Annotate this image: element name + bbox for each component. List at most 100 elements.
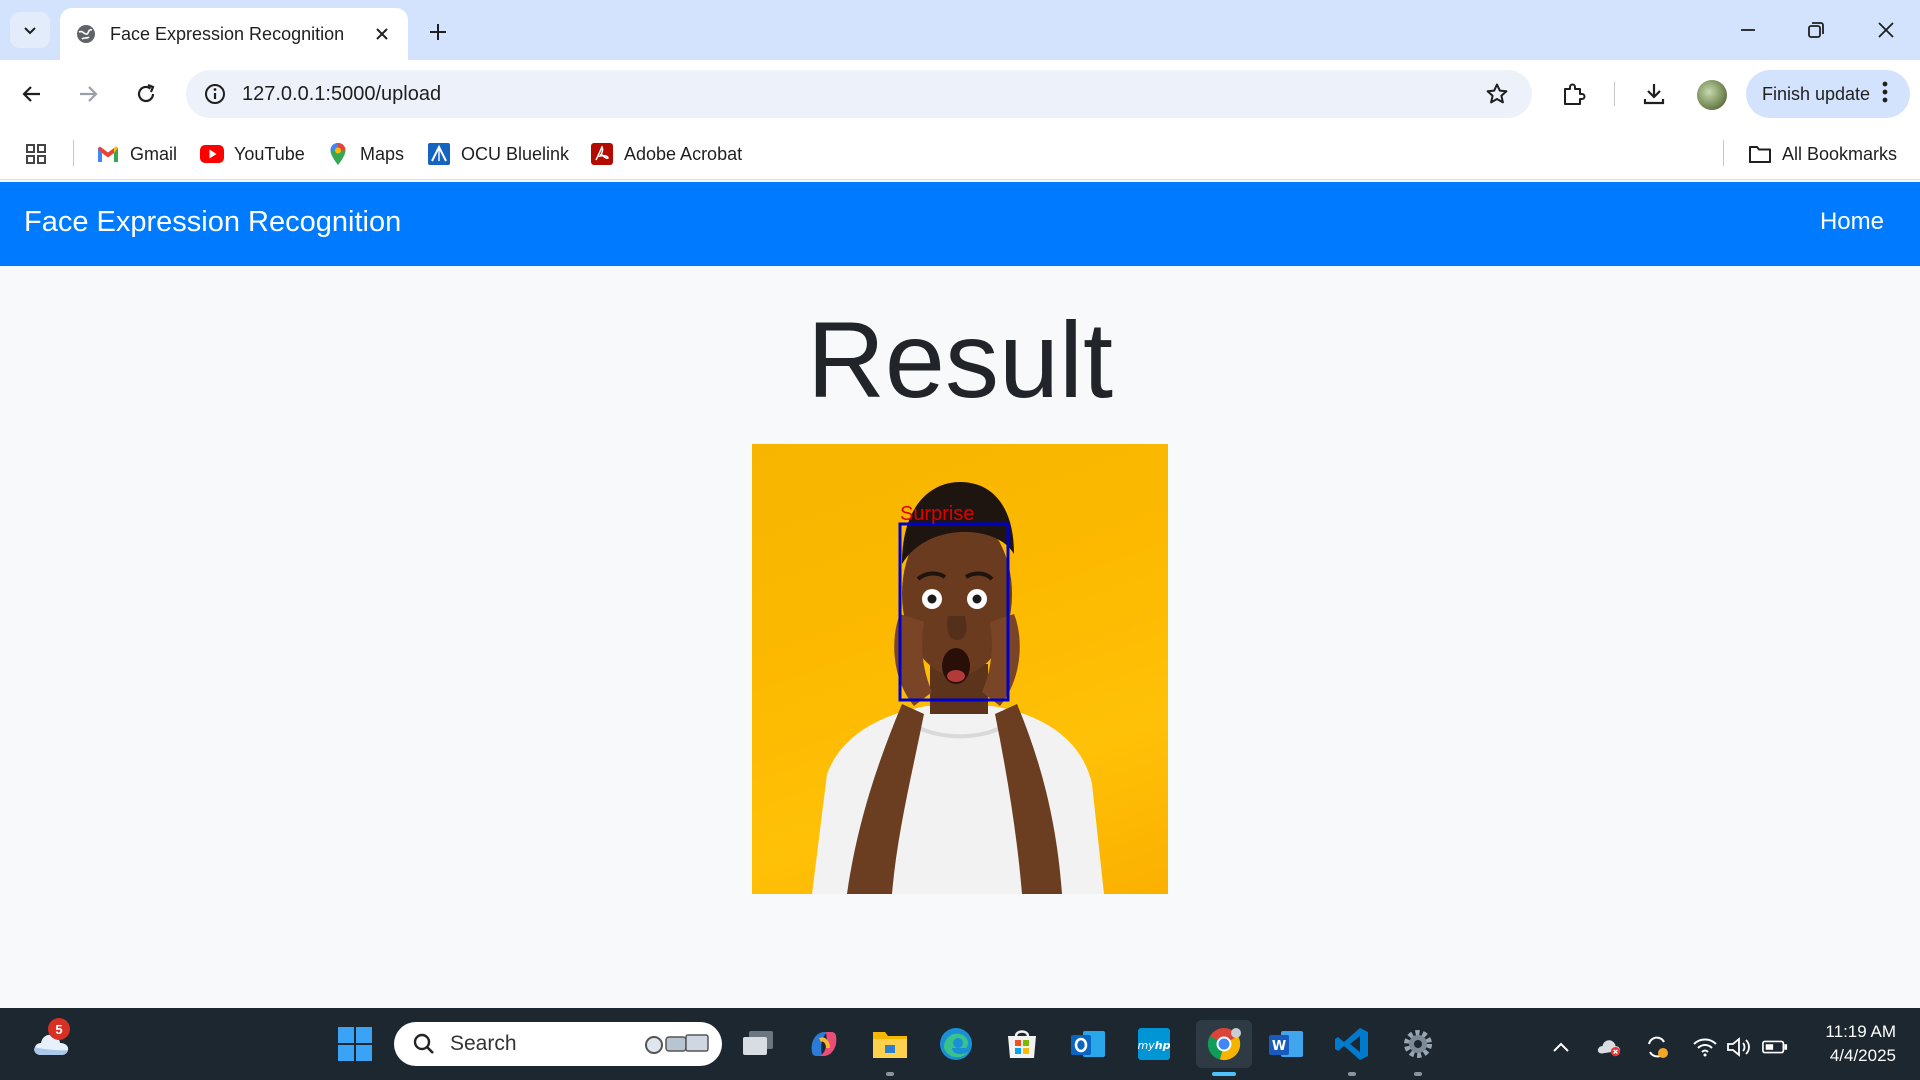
settings-button[interactable] [1396,1022,1440,1066]
wifi-status[interactable] [1692,1034,1718,1060]
copilot-icon [811,1032,837,1056]
battery-status[interactable] [1762,1034,1788,1060]
file-explorer-button[interactable] [868,1022,912,1066]
vscode-button[interactable] [1330,1022,1374,1066]
vscode-icon [1335,1028,1368,1060]
apps-button[interactable] [24,138,58,170]
minimize-icon [1741,29,1755,31]
copilot-button[interactable] [802,1022,846,1066]
bookmark-gmail[interactable]: Gmail [96,138,177,170]
arrow-left-icon [22,86,40,102]
finish-update-button[interactable]: Finish update [1746,70,1910,118]
minimize-button[interactable] [1724,10,1772,50]
bookmark-star-icon[interactable] [1482,79,1512,109]
bookmarks-bar: Gmail YouTube Maps OCU Bluelink Adobe Ac… [0,128,1920,180]
extensions-button[interactable] [1556,76,1592,112]
tab-strip: Face Expression Recognition [0,0,1920,60]
forward-button[interactable] [70,76,106,112]
bookmark-label: Maps [360,143,405,164]
search-icon [410,1030,438,1058]
close-window-button[interactable] [1862,10,1910,50]
restore-icon [1808,22,1824,38]
sync-icon [1648,1036,1668,1058]
running-indicator [1414,1072,1422,1076]
bookmark-ocu-bluelink[interactable]: OCU Bluelink [427,138,569,170]
tab-search-button[interactable] [10,12,50,48]
close-tab-icon[interactable] [370,22,394,46]
clock-date: 4/4/2025 [1829,1046,1896,1065]
volume-status[interactable] [1726,1034,1752,1060]
tab-active[interactable]: Face Expression Recognition [60,8,408,60]
onedrive-status[interactable] [1596,1034,1622,1060]
site-info-icon[interactable] [200,79,230,109]
running-indicator [886,1072,894,1076]
arrow-right-icon [80,86,98,102]
adobe-acrobat-icon [590,142,614,166]
reload-button[interactable] [128,76,164,112]
profile-avatar[interactable] [1697,80,1727,110]
svg-text:myhp: myhp [1138,1039,1171,1052]
result-image: Surprise [752,444,1168,894]
outlook-button[interactable] [1066,1022,1110,1066]
all-bookmarks-label: All Bookmarks [1782,143,1898,164]
myhp-button[interactable]: myhp [1132,1022,1176,1066]
windows-icon [338,1027,372,1061]
start-button[interactable] [333,1022,377,1066]
youtube-icon [200,142,224,166]
search-highlight-icon [642,1029,712,1059]
bookmark-label: Adobe Acrobat [624,143,743,164]
task-view-button[interactable] [736,1022,780,1066]
task-view-icon [743,1031,773,1055]
site-brand[interactable]: Face Expression Recognition [24,206,401,239]
chrome-button[interactable] [1196,1020,1252,1068]
active-indicator [1212,1072,1236,1076]
bookmark-label: OCU Bluelink [461,143,570,164]
edge-icon [940,1028,972,1060]
puzzle-icon [1564,83,1586,105]
chevron-down-icon [24,27,36,35]
bookmark-maps[interactable]: Maps [326,138,404,170]
globe-icon [74,22,98,46]
bookmarks-divider [73,140,74,166]
url-text[interactable]: 127.0.0.1:5000/upload [242,83,1482,106]
reload-icon [137,83,155,103]
expression-label: Surprise [900,503,974,525]
nav-home-link[interactable]: Home [1820,208,1884,236]
clock-time: 11:19 AM [1825,1022,1896,1041]
microsoft-store-button[interactable] [1000,1022,1044,1066]
ocu-bluelink-icon [427,142,451,166]
edge-button[interactable] [934,1022,978,1066]
download-icon [1643,84,1665,105]
downloads-button[interactable] [1636,76,1672,112]
running-indicator [1348,1072,1356,1076]
back-button[interactable] [14,76,50,112]
search-placeholder: Search [450,1032,517,1055]
tab-title: Face Expression Recognition [110,23,345,44]
restore-button[interactable] [1792,10,1840,50]
page-title: Result [806,299,1114,420]
battery-icon [1762,1040,1788,1054]
taskbar-search[interactable]: Search [394,1022,722,1066]
bookmark-adobe-acrobat[interactable]: Adobe Acrobat [590,138,742,170]
speaker-icon [1727,1037,1750,1057]
bookmark-youtube[interactable]: YouTube [200,138,305,170]
svg-text:W: W [1272,1039,1286,1054]
bookmark-label: YouTube [234,143,305,164]
site-navbar: Face Expression Recognition Home [0,182,1920,266]
face-photo: Surprise [812,482,1104,894]
new-tab-button[interactable] [420,14,456,50]
address-bar[interactable]: 127.0.0.1:5000/upload [186,70,1532,118]
word-button[interactable]: W [1264,1022,1308,1066]
sync-status[interactable] [1644,1034,1670,1060]
bookmarks-divider [1723,140,1724,166]
all-bookmarks-button[interactable]: All Bookmarks [1748,138,1897,170]
word-icon: W [1269,1031,1303,1057]
chrome-icon [1207,1028,1241,1061]
cloud-error-icon [1597,1040,1621,1057]
chevron-up-icon [1553,1042,1569,1052]
browser-toolbar: 127.0.0.1:5000/upload Finish update [0,60,1920,128]
gear-icon [1404,1030,1432,1058]
taskbar-clock[interactable]: 11:19 AM 4/4/2025 [1825,1020,1896,1068]
weather-notification-badge: 5 [48,1018,70,1040]
show-hidden-icons-button[interactable] [1548,1034,1574,1060]
